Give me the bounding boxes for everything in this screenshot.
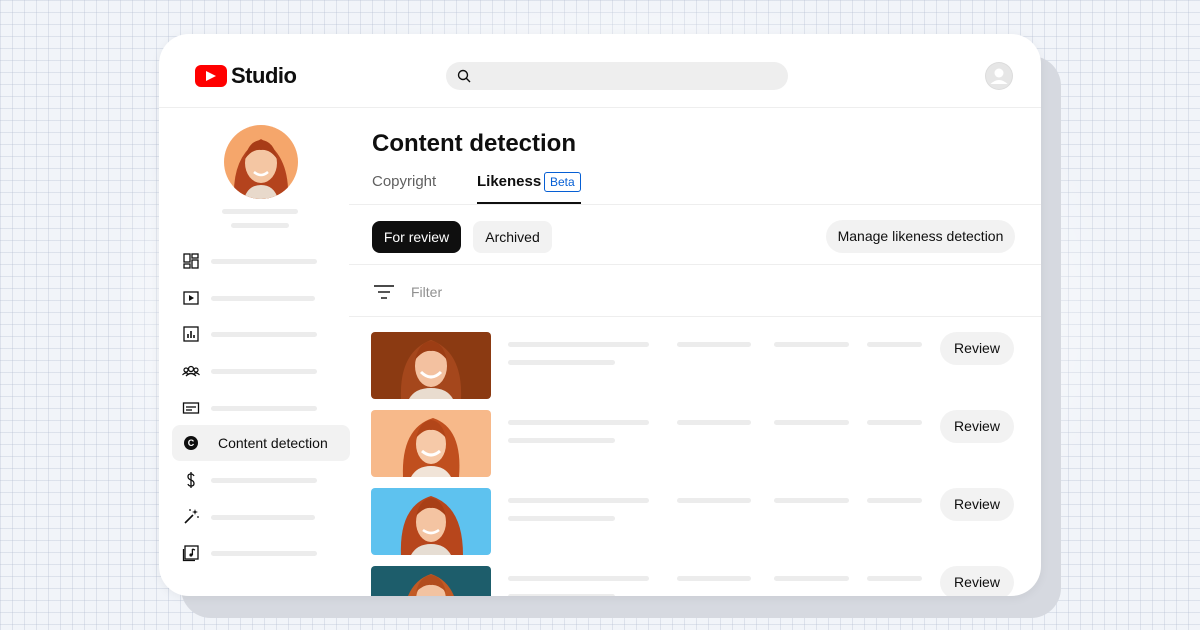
review-button[interactable]: Review xyxy=(940,410,1014,443)
video-thumbnail[interactable] xyxy=(371,410,491,477)
filter-input[interactable]: Filter xyxy=(411,284,442,300)
row-cell-placeholder xyxy=(867,342,922,347)
row-cell-placeholder xyxy=(867,498,922,503)
row-cell-placeholder xyxy=(677,576,751,581)
row-subtitle-placeholder xyxy=(508,438,615,443)
top-bar: Studio xyxy=(159,34,1041,108)
row-cell-placeholder xyxy=(677,420,751,425)
review-button[interactable]: Review xyxy=(940,488,1014,521)
studio-window: Studio C Content detection Content detec… xyxy=(159,34,1041,596)
row-cell-placeholder xyxy=(677,342,751,347)
row-cell-placeholder xyxy=(774,342,849,347)
content-icon xyxy=(183,291,199,305)
row-title-placeholder xyxy=(508,342,649,347)
table-row[interactable]: Review xyxy=(159,566,1041,596)
channel-handle-placeholder xyxy=(231,223,289,228)
video-thumbnail[interactable] xyxy=(371,332,491,399)
video-thumbnail[interactable] xyxy=(371,566,491,596)
row-cell-placeholder xyxy=(677,498,751,503)
video-thumbnail[interactable] xyxy=(371,488,491,555)
row-subtitle-placeholder xyxy=(508,360,615,365)
table-row[interactable]: Review xyxy=(159,332,1041,402)
for-review-chip[interactable]: For review xyxy=(372,221,461,253)
tab-likeness[interactable]: Likeness xyxy=(477,173,541,190)
archived-chip[interactable]: Archived xyxy=(473,221,552,253)
tabs-divider xyxy=(349,204,1041,205)
youtube-play-icon xyxy=(195,65,227,87)
table-row[interactable]: Review xyxy=(159,488,1041,558)
row-subtitle-placeholder xyxy=(508,594,615,596)
row-title-placeholder xyxy=(508,498,649,503)
row-cell-placeholder xyxy=(867,420,922,425)
beta-badge: Beta xyxy=(544,172,581,192)
row-cell-placeholder xyxy=(774,576,849,581)
row-subtitle-placeholder xyxy=(508,516,615,521)
review-button[interactable]: Review xyxy=(940,332,1014,365)
logo-text: Studio xyxy=(231,63,297,88)
search-icon xyxy=(457,69,471,83)
filter-icon[interactable] xyxy=(374,284,394,300)
account-icon[interactable] xyxy=(985,62,1013,90)
table-row[interactable]: Review xyxy=(159,410,1041,480)
channel-name-placeholder xyxy=(222,209,298,214)
studio-logo[interactable]: Studio xyxy=(195,63,297,89)
channel-avatar[interactable] xyxy=(224,125,298,199)
filter-divider xyxy=(349,316,1041,317)
row-title-placeholder xyxy=(508,420,649,425)
chips-divider xyxy=(349,264,1041,265)
sidebar-label-placeholder xyxy=(211,296,315,301)
tab-copyright[interactable]: Copyright xyxy=(372,173,436,190)
review-button[interactable]: Review xyxy=(940,566,1014,596)
search-input[interactable] xyxy=(446,62,788,90)
manage-likeness-detection-button[interactable]: Manage likeness detection xyxy=(826,220,1015,253)
row-cell-placeholder xyxy=(774,420,849,425)
page-title: Content detection xyxy=(372,130,576,157)
row-title-placeholder xyxy=(508,576,649,581)
row-cell-placeholder xyxy=(774,498,849,503)
row-cell-placeholder xyxy=(867,576,922,581)
dashboard-icon xyxy=(183,253,199,269)
sidebar-label-placeholder xyxy=(211,259,317,264)
